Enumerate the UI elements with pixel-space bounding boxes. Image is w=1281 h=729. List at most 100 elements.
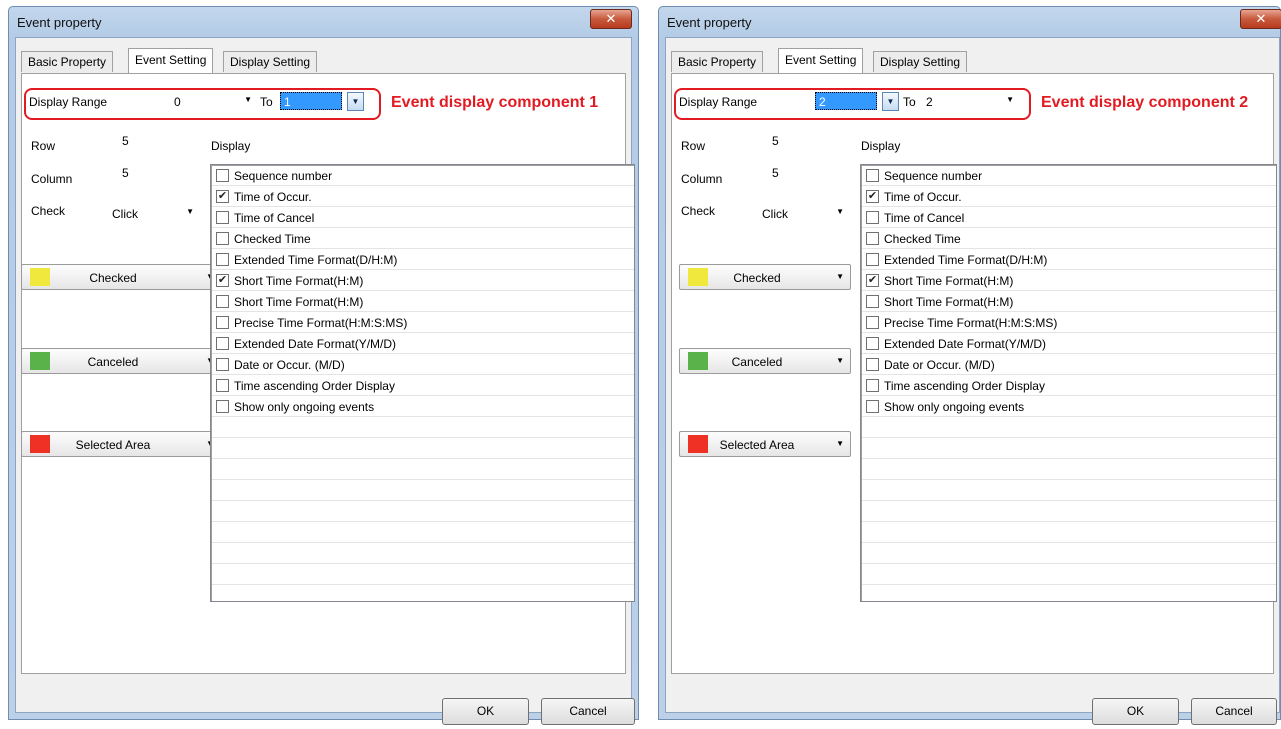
list-item[interactable]: Show only ongoing events [861, 396, 1276, 417]
checkbox[interactable] [866, 295, 879, 308]
checkbox[interactable] [216, 337, 229, 350]
column-input[interactable]: 5 [770, 164, 854, 186]
list-item[interactable]: Short Time Format(H:M) [861, 291, 1276, 312]
checkbox[interactable] [216, 400, 229, 413]
row-input[interactable]: 5 [770, 132, 854, 154]
event-setting-panel: Display Range 0 ▼ To 1 ▼ Event display c… [21, 73, 635, 674]
list-item-label: Time of Cancel [234, 211, 315, 225]
column-label: Column [31, 172, 73, 186]
display-label: Display [861, 139, 901, 153]
checkbox[interactable] [216, 316, 229, 329]
title-bar[interactable]: Event property ✕ [9, 7, 638, 37]
checkbox[interactable] [866, 253, 879, 266]
checkbox-checked[interactable]: ✔ [216, 190, 229, 203]
chevron-down-icon: ▼ [836, 207, 844, 216]
ok-button[interactable]: OK [1092, 698, 1179, 725]
chevron-down-icon: ▼ [836, 272, 844, 281]
list-item[interactable]: Extended Time Format(D/H:M) [861, 249, 1276, 270]
tab-event-setting[interactable]: Event Setting [128, 48, 214, 73]
list-item-label: Time of Occur. [234, 190, 312, 204]
list-item[interactable]: Date or Occur. (M/D) [211, 354, 634, 375]
column-label: Column [681, 172, 723, 186]
list-item-label: Sequence number [234, 169, 333, 183]
cancel-button[interactable]: Cancel [1191, 698, 1277, 725]
list-item[interactable]: ✔ Short Time Format(H:M) [211, 270, 634, 291]
ok-button[interactable]: OK [442, 698, 529, 725]
list-item[interactable]: Extended Date Format(Y/M/D) [211, 333, 634, 354]
callout-label: Event display component 1 [391, 94, 599, 111]
list-item[interactable]: ✔ Time of Occur. [861, 186, 1276, 207]
checkbox[interactable] [866, 337, 879, 350]
list-item[interactable]: Precise Time Format(H:M:S:MS) [211, 312, 634, 333]
list-item-label: Extended Date Format(Y/M/D) [234, 337, 397, 351]
list-item-label: Checked Time [884, 232, 961, 246]
checked-color-button[interactable]: Checked ▼ [679, 264, 851, 290]
checkbox[interactable] [216, 253, 229, 266]
list-item[interactable]: Checked Time [861, 228, 1276, 249]
check-select[interactable]: Click ▼ [756, 201, 850, 223]
dialog-client-area: Basic Property Event Setting Display Set… [15, 37, 635, 725]
list-item-label: Time of Cancel [884, 211, 965, 225]
title-bar[interactable]: Event property ✕ [659, 7, 1281, 37]
close-button[interactable]: ✕ [590, 9, 632, 29]
checkbox[interactable] [866, 379, 879, 392]
list-item[interactable]: ✔ Short Time Format(H:M) [861, 270, 1276, 291]
canceled-color-button[interactable]: Canceled ▼ [679, 348, 851, 374]
list-item[interactable]: Time of Cancel [211, 207, 634, 228]
list-item-label: Short Time Format(H:M) [234, 274, 364, 288]
list-item[interactable]: Date or Occur. (M/D) [861, 354, 1276, 375]
list-item[interactable]: Show only ongoing events [211, 396, 634, 417]
checked-color-button[interactable]: Checked ▼ [21, 264, 221, 290]
list-item-label: Time of Occur. [884, 190, 962, 204]
checkbox[interactable] [216, 169, 229, 182]
tab-basic-property[interactable]: Basic Property [21, 51, 114, 72]
selected-area-color-button[interactable]: Selected Area ▼ [21, 431, 221, 457]
checkbox[interactable] [866, 400, 879, 413]
tab-basic-property[interactable]: Basic Property [671, 51, 764, 72]
tab-event-setting[interactable]: Event Setting [778, 48, 864, 73]
list-item[interactable]: Checked Time [211, 228, 634, 249]
event-property-dialog-2: Event property ✕ Basic Property Event Se… [658, 6, 1281, 725]
check-select[interactable]: Click ▼ [106, 201, 200, 223]
checkbox[interactable] [216, 295, 229, 308]
tab-display-setting[interactable]: Display Setting [223, 51, 318, 72]
checkbox[interactable] [216, 379, 229, 392]
checkbox[interactable] [866, 169, 879, 182]
callout-label: Event display component 2 [1041, 94, 1249, 111]
list-item-label: Extended Date Format(Y/M/D) [884, 337, 1047, 351]
list-item[interactable]: Time ascending Order Display [211, 375, 634, 396]
checkbox[interactable] [866, 358, 879, 371]
checkbox[interactable] [216, 358, 229, 371]
checkbox[interactable] [866, 211, 879, 224]
list-item[interactable]: Sequence number [211, 165, 634, 186]
tab-display-setting[interactable]: Display Setting [873, 51, 968, 72]
canceled-color-button[interactable]: Canceled ▼ [21, 348, 221, 374]
list-item-label: Extended Time Format(D/H:M) [884, 253, 1048, 267]
checkbox[interactable] [866, 316, 879, 329]
close-button[interactable]: ✕ [1240, 9, 1281, 29]
checkbox-checked[interactable]: ✔ [866, 274, 879, 287]
checkbox-checked[interactable]: ✔ [216, 274, 229, 287]
checkbox[interactable] [216, 232, 229, 245]
display-options-list[interactable]: Sequence number ✔ Time of Occur. Time of Ca… [210, 164, 635, 602]
list-item[interactable]: Time ascending Order Display [861, 375, 1276, 396]
list-item[interactable]: Extended Date Format(Y/M/D) [861, 333, 1276, 354]
list-item[interactable]: Extended Time Format(D/H:M) [211, 249, 634, 270]
chevron-down-icon: ▼ [186, 207, 194, 216]
list-item[interactable]: Short Time Format(H:M) [211, 291, 634, 312]
list-item-label: Short Time Format(H:M) [234, 295, 364, 309]
cancel-button[interactable]: Cancel [541, 698, 635, 725]
display-options-list[interactable]: Sequence number ✔ Time of Occur. Time of Ca… [860, 164, 1277, 602]
checkbox-checked[interactable]: ✔ [866, 190, 879, 203]
list-item[interactable]: Time of Cancel [861, 207, 1276, 228]
selected-area-color-button[interactable]: Selected Area ▼ [679, 431, 851, 457]
list-item[interactable]: Precise Time Format(H:M:S:MS) [861, 312, 1276, 333]
list-item-label: Precise Time Format(H:M:S:MS) [884, 316, 1058, 330]
checkbox[interactable] [216, 211, 229, 224]
list-item[interactable]: Sequence number [861, 165, 1276, 186]
checkbox[interactable] [866, 232, 879, 245]
column-input[interactable]: 5 [120, 164, 204, 186]
list-item[interactable]: ✔ Time of Occur. [211, 186, 634, 207]
row-input[interactable]: 5 [120, 132, 204, 154]
list-item-label: Show only ongoing events [234, 400, 375, 414]
